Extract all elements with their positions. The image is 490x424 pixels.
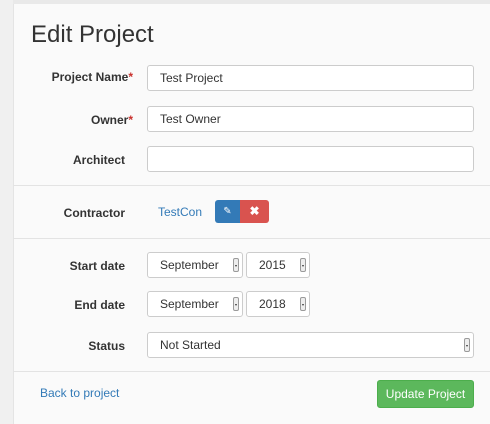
- architect-label: Architect: [72, 153, 125, 167]
- panel-top-edge: [13, 0, 490, 4]
- owner-label-text: Owner: [90, 113, 129, 127]
- status-label: Status: [88, 339, 125, 353]
- end-year-value: 2018: [259, 297, 286, 311]
- contractor-label: Contractor: [63, 206, 125, 220]
- end-year-select[interactable]: 2018: [246, 291, 310, 317]
- project-name-label: Project Name*: [8, 70, 133, 84]
- edit-icon: ✎: [223, 206, 232, 217]
- section-divider: [13, 185, 490, 186]
- contractor-delete-button[interactable]: ✖: [240, 200, 269, 223]
- chevron-down-icon: [300, 258, 306, 272]
- architect-input[interactable]: [147, 146, 474, 172]
- status-select[interactable]: Not Started: [147, 332, 474, 358]
- page-title: Edit Project: [31, 21, 154, 48]
- back-to-project-link[interactable]: Back to project: [40, 386, 119, 400]
- project-name-label-text: Project Name: [51, 70, 129, 84]
- section-divider: [13, 371, 490, 372]
- chevron-down-icon: [233, 258, 239, 272]
- contractor-edit-button[interactable]: ✎: [215, 200, 240, 223]
- start-month-select[interactable]: September: [147, 252, 243, 278]
- chevron-down-icon: [464, 338, 470, 352]
- end-month-select[interactable]: September: [147, 291, 243, 317]
- chevron-down-icon: [233, 297, 239, 311]
- start-month-value: September: [160, 258, 219, 272]
- project-name-input[interactable]: Test Project: [147, 65, 474, 91]
- contractor-link[interactable]: TestCon: [158, 205, 202, 219]
- start-year-select[interactable]: 2015: [246, 252, 310, 278]
- owner-input[interactable]: Test Owner: [147, 106, 474, 132]
- section-divider: [13, 238, 490, 239]
- required-marker: *: [128, 113, 133, 127]
- close-icon: ✖: [249, 204, 260, 218]
- start-year-value: 2015: [259, 258, 286, 272]
- chevron-down-icon: [300, 297, 306, 311]
- status-value: Not Started: [160, 338, 221, 352]
- end-month-value: September: [160, 297, 219, 311]
- end-date-label: End date: [74, 298, 125, 312]
- owner-label: Owner*: [8, 113, 133, 127]
- update-project-button[interactable]: Update Project: [377, 380, 474, 408]
- start-date-label: Start date: [69, 259, 125, 273]
- required-marker: *: [128, 70, 133, 84]
